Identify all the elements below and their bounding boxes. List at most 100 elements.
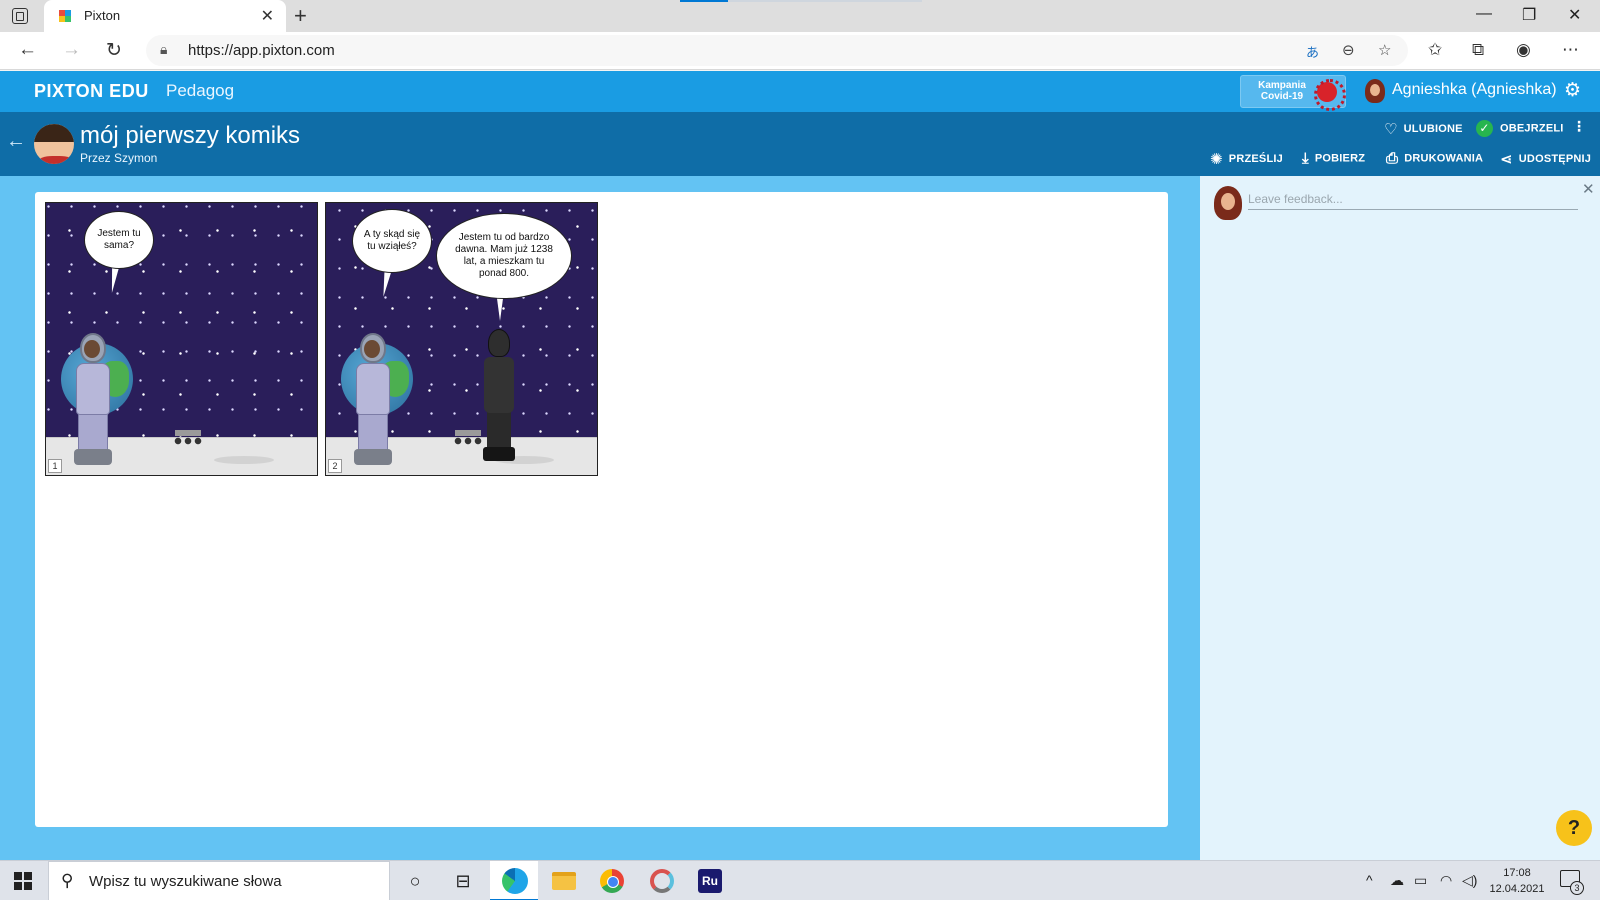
brand-logo[interactable]: PIXTON EDU [34, 81, 149, 102]
check-icon: ✓ [1476, 120, 1493, 137]
send-label: PRZEŚLIJ [1228, 152, 1283, 165]
app-icon[interactable] [650, 869, 674, 893]
tab-title: Pixton [84, 8, 121, 23]
window-close-icon[interactable]: ✕ [1568, 5, 1581, 25]
address-url: https://app.pixton.com [188, 42, 335, 59]
restore-icon[interactable]: ❐ [1522, 5, 1536, 25]
gear-icon[interactable]: ⚙ [1564, 79, 1581, 102]
browser-tab-strip: Pixton ✕ + — ❐ ✕ [0, 0, 1600, 32]
help-button[interactable]: ? [1556, 810, 1592, 846]
tab-close-icon[interactable]: ✕ [261, 6, 274, 26]
print-label: DRUKOWANIA [1404, 152, 1484, 165]
collections-icon[interactable]: ⧉ [1472, 40, 1484, 60]
tray-app-icon[interactable]: ☁ [1390, 872, 1404, 889]
share-button[interactable]: ⋖ UDOSTĘPNIJ [1500, 150, 1591, 168]
page-title: mój pierwszy komiks [80, 122, 301, 149]
comic-content-area: Jestem tu sama? 1 A ty skąd się tu wziął… [0, 176, 1200, 860]
file-explorer-icon[interactable] [552, 872, 576, 890]
taskbar-search-placeholder: Wpisz tu wyszukiwane słowa [89, 873, 282, 890]
cortana-icon[interactable]: ○ [402, 868, 428, 894]
avatar-shirt [38, 156, 74, 164]
ru-app-icon[interactable]: Ru [698, 869, 722, 893]
tab-actions-icon[interactable] [12, 8, 28, 24]
download-icon: ⤓ [1302, 150, 1309, 167]
astronaut-character [352, 333, 392, 465]
back-arrow-icon[interactable]: ← [6, 130, 26, 153]
tray-chevron-icon[interactable]: ^ [1366, 872, 1373, 888]
favorite-label: ULUBIONE [1403, 122, 1463, 135]
printer-icon: ⎙ [1386, 150, 1399, 167]
feedback-input[interactable] [1248, 188, 1578, 210]
avatar-hair [34, 124, 74, 142]
taskbar-clock[interactable]: 17:08 12.04.2021 [1488, 865, 1546, 897]
more-options-icon[interactable]: ⋮ [1572, 118, 1586, 135]
favorite-button[interactable]: ♡ ULUBIONE [1384, 120, 1463, 138]
astronaut-character [72, 333, 112, 465]
back-icon[interactable]: ← [18, 39, 37, 61]
send-button[interactable]: ✺ PRZEŚLIJ [1210, 150, 1283, 168]
moon-rover [171, 428, 205, 446]
comic-author: Przez Szymon [80, 151, 158, 165]
speech-bubble: Jestem tu sama? [84, 211, 154, 269]
viewed-label: OBEJRZELI [1500, 122, 1564, 135]
download-button[interactable]: ⤓ POBIERZ [1302, 150, 1365, 167]
viewed-button[interactable]: ✓ OBEJRZELI [1476, 120, 1564, 137]
panel-number: 2 [328, 459, 342, 473]
task-view-icon[interactable]: ⊟ [450, 868, 476, 894]
refresh-icon[interactable]: ↻ [106, 39, 122, 62]
translate-icon[interactable]: あ [1306, 42, 1319, 61]
user-name[interactable]: Agnieshka (Agnieshka) [1392, 81, 1557, 99]
share-label: UDOSTĘPNIJ [1518, 152, 1592, 165]
dark-suit-character [481, 329, 515, 463]
panel-number: 1 [48, 459, 62, 473]
windows-start-icon[interactable] [14, 872, 32, 890]
zoom-icon[interactable]: ⊖ [1342, 41, 1355, 59]
user-avatar[interactable] [1365, 79, 1385, 103]
author-avatar[interactable] [32, 122, 76, 166]
taskbar-search-box[interactable]: ⚲ Wpisz tu wyszukiwane słowa [48, 861, 390, 900]
battery-icon[interactable]: ▭ [1414, 872, 1427, 889]
network-icon[interactable]: ◠ [1440, 872, 1452, 889]
download-label: POBIERZ [1314, 152, 1366, 165]
windows-taskbar: ⚲ Wpisz tu wyszukiwane słowa ○ ⊟ Ru ^ ☁ … [0, 860, 1600, 900]
volume-icon[interactable]: ◁) [1462, 872, 1477, 889]
browser-navbar: ← → ↻ 🔒︎ https://app.pixton.com あ ⊖ ☆ ✩ … [0, 32, 1600, 70]
feedback-avatar [1214, 186, 1242, 220]
add-favorite-icon[interactable]: ☆ [1378, 41, 1391, 59]
comic-title-bar: ← mój pierwszy komiks Przez Szymon ♡ ULUB… [0, 112, 1600, 176]
search-icon: ⚲ [61, 871, 74, 890]
clock-time: 17:08 [1503, 867, 1531, 879]
forward-icon[interactable]: → [62, 39, 81, 61]
loading-indicator-track [728, 0, 922, 2]
new-tab-icon[interactable]: + [294, 3, 307, 29]
lock-icon[interactable]: 🔒︎ [160, 41, 167, 58]
comic-canvas: Jestem tu sama? 1 A ty skąd się tu wziął… [35, 192, 1168, 827]
campaign-label: Kampania Covid-19 [1258, 80, 1306, 102]
comic-panel-1[interactable]: Jestem tu sama? 1 [45, 202, 318, 476]
notification-count: 3 [1570, 881, 1584, 895]
loading-indicator [680, 0, 728, 2]
comic-panel-2[interactable]: A ty skąd się tu wziąłeś? Jestem tu od b… [325, 202, 598, 476]
speech-bubble: Jestem tu od bardzo dawna. Mam już 1238 … [436, 213, 572, 299]
print-button[interactable]: ⎙ DRUKOWANIA [1386, 150, 1483, 167]
chrome-icon[interactable] [600, 869, 624, 893]
user-role: Pedagog [166, 81, 235, 100]
share-icon: ⋖ [1500, 151, 1513, 168]
favorites-icon[interactable]: ✩ [1428, 40, 1442, 60]
moon-rover [451, 428, 485, 446]
close-icon[interactable]: ✕ [1582, 180, 1595, 198]
virus-icon [1314, 79, 1346, 111]
browser-tab-pixton[interactable]: Pixton ✕ [44, 0, 286, 32]
heart-icon: ♡ [1384, 121, 1398, 138]
address-bar[interactable]: 🔒︎ https://app.pixton.com あ ⊖ ☆ [146, 35, 1408, 66]
campaign-button[interactable]: Kampania Covid-19 [1240, 75, 1346, 111]
speech-bubble: A ty skąd się tu wziąłeś? [352, 209, 432, 273]
pixton-header: PIXTON EDU Pedagog Kampania Covid-19 Agn… [0, 71, 1600, 112]
feedback-panel: ✕ ? [1200, 176, 1600, 860]
more-icon[interactable]: ⋯ [1562, 40, 1579, 60]
pixton-favicon-icon [59, 10, 71, 22]
edge-browser-icon[interactable] [502, 868, 528, 894]
minimize-icon[interactable]: — [1476, 5, 1492, 23]
profile-icon[interactable]: ◉ [1516, 40, 1531, 60]
send-icon: ✺ [1210, 151, 1223, 168]
